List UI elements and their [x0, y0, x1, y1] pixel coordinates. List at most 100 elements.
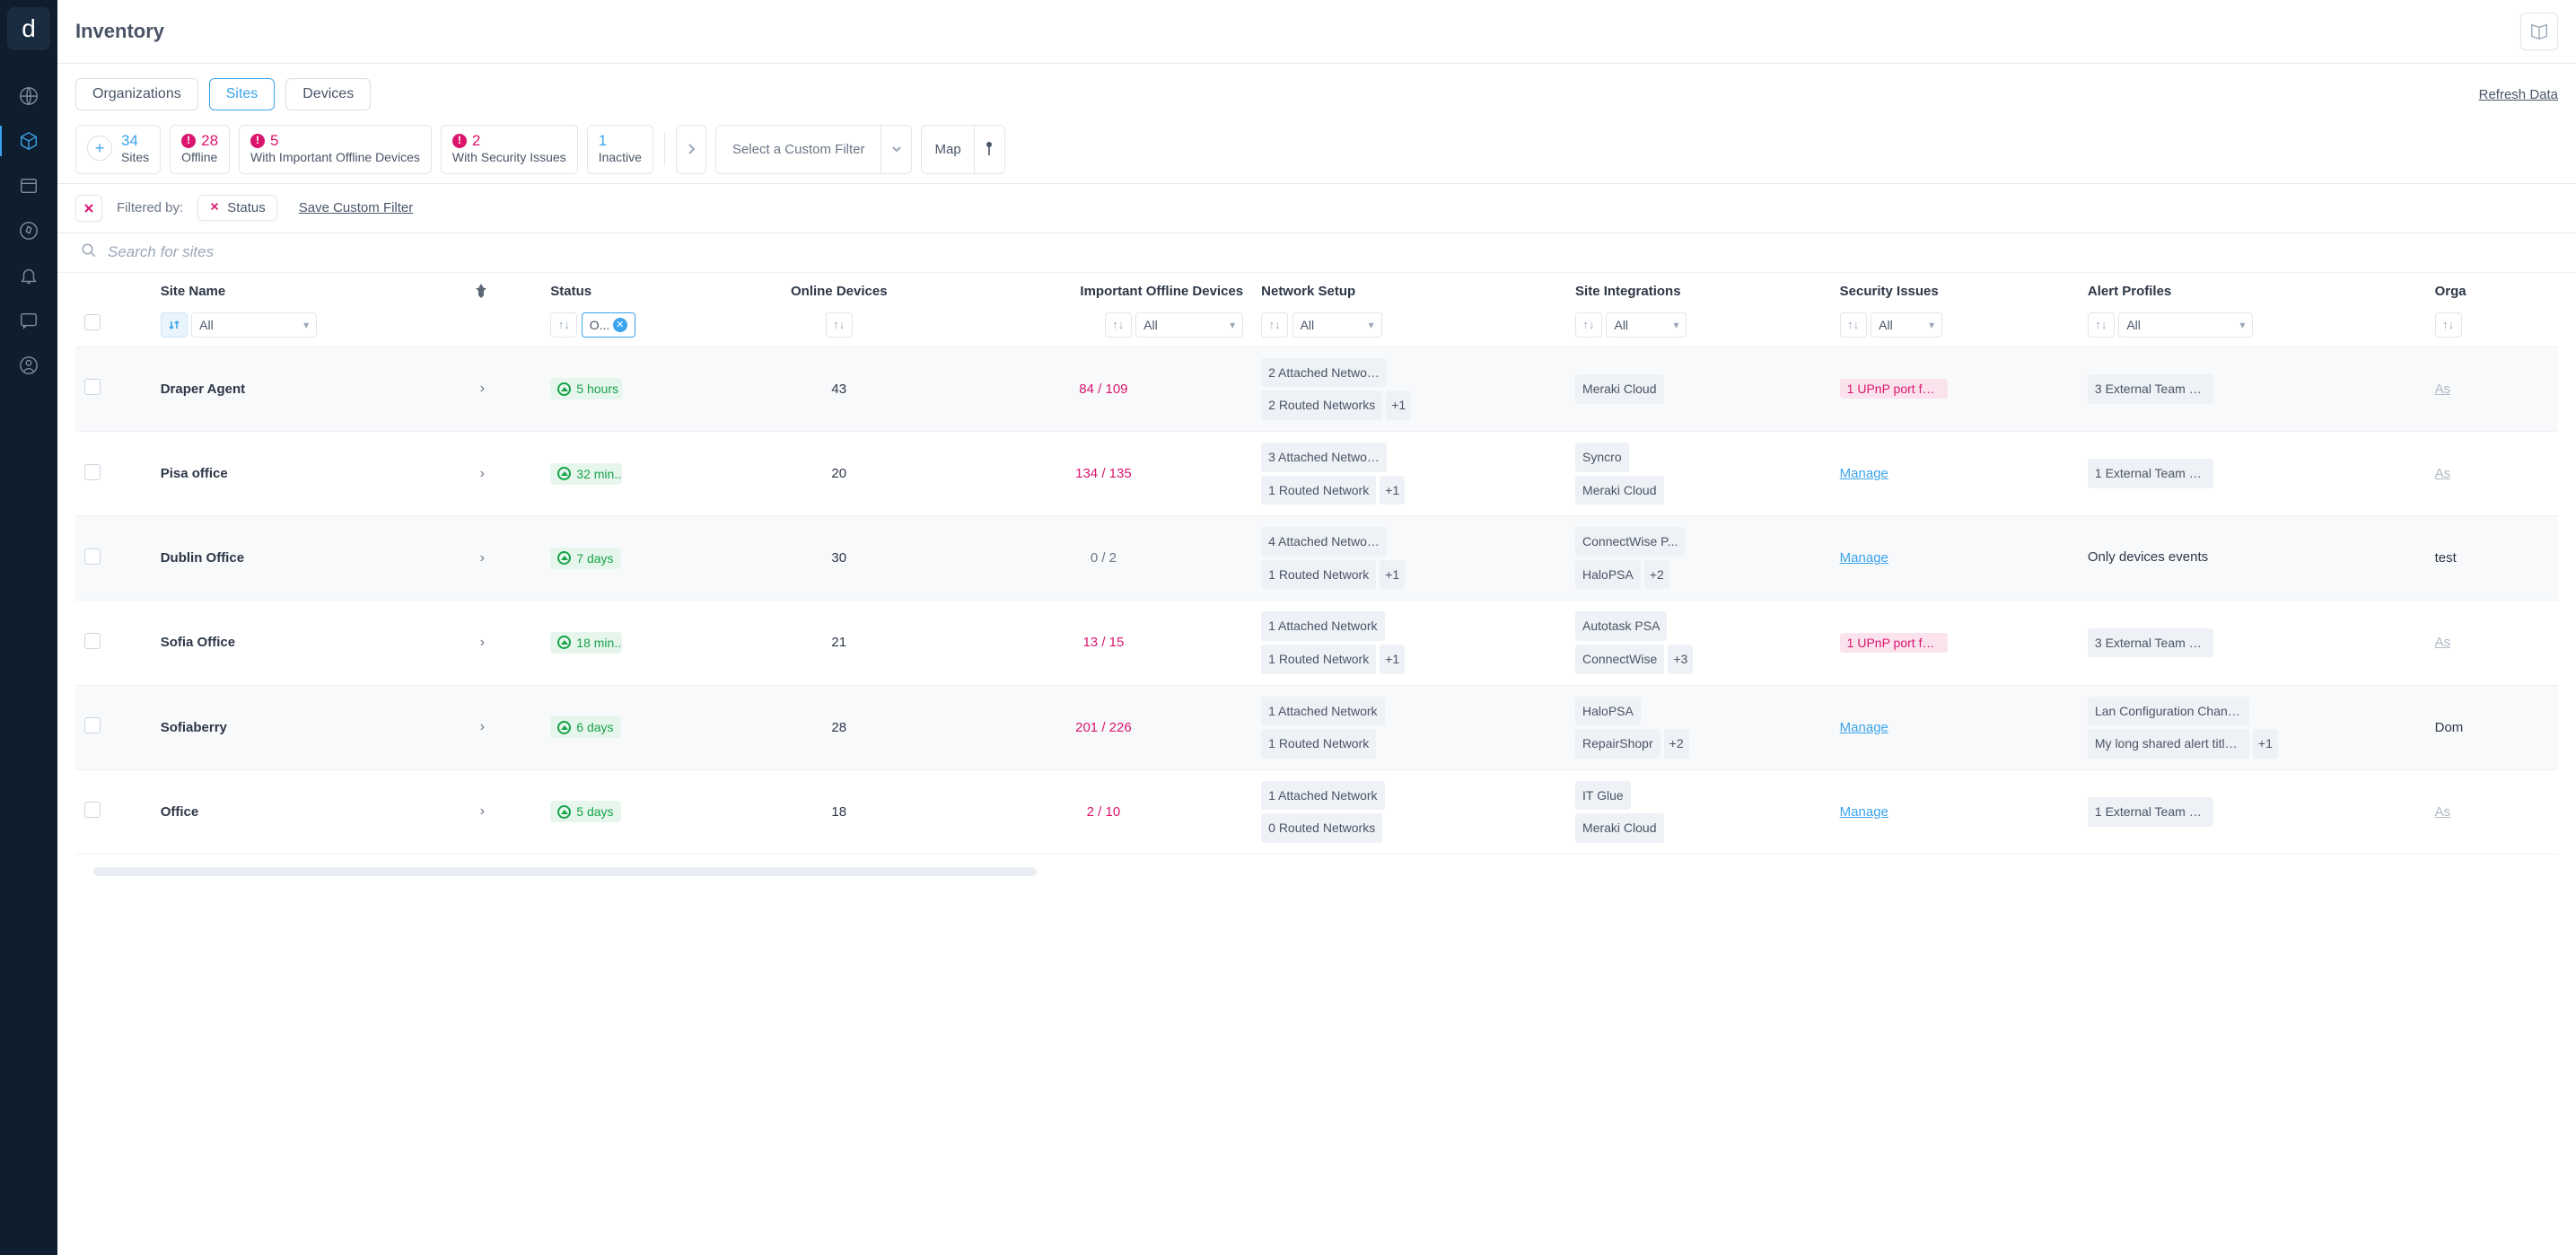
integration-tag[interactable]: Meraki Cloud — [1575, 476, 1663, 505]
tab-sites[interactable]: Sites — [209, 78, 276, 110]
stat-inactive[interactable]: 1 Inactive — [587, 125, 653, 174]
clear-status-filter-icon[interactable]: ✕ — [613, 318, 627, 332]
network-tag[interactable]: 1 Attached Network — [1261, 781, 1384, 811]
site-name[interactable]: Draper Agent — [161, 382, 245, 397]
integration-tag[interactable]: HaloPSA — [1575, 697, 1641, 726]
refresh-data-link[interactable]: Refresh Data — [2479, 87, 2558, 102]
alert-profile-tag[interactable]: My long shared alert title N — [2088, 729, 2249, 759]
org-link[interactable]: As — [2435, 382, 2451, 397]
integration-more-tag[interactable]: +2 — [1664, 729, 1689, 759]
select-all-checkbox[interactable] — [84, 314, 101, 330]
security-manage-link[interactable]: Manage — [1840, 720, 1888, 735]
table-row[interactable]: Draper Agent›5 hours4384 / 1092 Attached… — [75, 347, 2558, 431]
filter-status[interactable]: O...✕ — [582, 312, 635, 338]
expand-row-icon[interactable]: › — [475, 381, 490, 397]
expand-row-icon[interactable]: › — [475, 635, 490, 651]
row-checkbox[interactable] — [84, 379, 101, 395]
row-checkbox[interactable] — [84, 633, 101, 649]
sort-network[interactable]: ↑↓ — [1261, 312, 1288, 338]
search-input[interactable] — [108, 243, 2553, 261]
network-more-tag[interactable]: +1 — [1380, 476, 1405, 505]
filter-integrations[interactable]: All▾ — [1606, 312, 1687, 338]
filter-network[interactable]: All▾ — [1292, 312, 1382, 338]
security-issue-tag[interactable]: 1 UPnP port for... — [1840, 633, 1948, 653]
site-name[interactable]: Sofia Office — [161, 635, 235, 650]
integration-tag[interactable]: Meraki Cloud — [1575, 374, 1663, 404]
table-row[interactable]: Office›5 days182 / 101 Attached Network0… — [75, 769, 2558, 854]
network-tag[interactable]: 1 Routed Network — [1261, 729, 1376, 759]
col-org[interactable]: Orga — [2426, 273, 2558, 309]
sidebar-nav-account[interactable] — [0, 343, 57, 388]
filter-alerts[interactable]: All▾ — [2118, 312, 2253, 338]
org-link[interactable]: As — [2435, 804, 2451, 820]
integration-tag[interactable]: Autotask PSA — [1575, 611, 1667, 641]
security-issue-tag[interactable]: 1 UPnP port for... — [1840, 379, 1948, 399]
sidebar-nav-chat[interactable] — [0, 298, 57, 343]
network-tag[interactable]: 1 Attached Network — [1261, 611, 1384, 641]
col-status[interactable]: Status — [541, 273, 723, 309]
org-link[interactable]: As — [2435, 466, 2451, 481]
stats-next-button[interactable] — [676, 125, 706, 174]
sort-status[interactable]: ↑↓ — [550, 312, 577, 338]
network-tag[interactable]: 2 Attached Networks — [1261, 358, 1387, 388]
network-tag[interactable]: 1 Attached Network — [1261, 697, 1384, 726]
stat-security-issues[interactable]: !2 With Security Issues — [441, 125, 578, 174]
sort-alerts[interactable]: ↑↓ — [2088, 312, 2115, 338]
row-checkbox[interactable] — [84, 717, 101, 733]
network-tag[interactable]: 2 Routed Networks — [1261, 391, 1382, 420]
integration-more-tag[interactable]: +3 — [1668, 645, 1693, 674]
alert-profile-tag[interactable]: 3 External Team Profiles — [2088, 374, 2213, 404]
row-checkbox[interactable] — [84, 802, 101, 818]
docs-button[interactable] — [2520, 13, 2558, 50]
map-button[interactable]: Map — [921, 125, 1004, 174]
stat-offline[interactable]: !28 Offline — [170, 125, 230, 174]
network-tag[interactable]: 4 Attached Networks — [1261, 527, 1387, 557]
site-name[interactable]: Dublin Office — [161, 550, 244, 566]
sidebar-nav-inventory[interactable] — [0, 118, 57, 163]
save-custom-filter-link[interactable]: Save Custom Filter — [299, 200, 414, 215]
network-tag[interactable]: 1 Routed Network — [1261, 645, 1376, 674]
network-tag[interactable]: 3 Attached Networks — [1261, 443, 1387, 472]
network-tag[interactable]: 0 Routed Networks — [1261, 813, 1382, 843]
sort-integrations[interactable]: ↑↓ — [1575, 312, 1602, 338]
alert-profile-tag[interactable]: 1 External Team Profile — [2088, 797, 2213, 827]
sort-online[interactable]: ↑↓ — [826, 312, 853, 338]
sort-iod[interactable]: ↑↓ — [1105, 312, 1132, 338]
col-integrations[interactable]: Site Integrations — [1566, 273, 1831, 309]
network-more-tag[interactable]: +1 — [1380, 645, 1405, 674]
filter-security[interactable]: All▾ — [1871, 312, 1942, 338]
integration-more-tag[interactable]: +2 — [1644, 560, 1669, 590]
expand-row-icon[interactable]: › — [475, 803, 490, 820]
custom-filter-select[interactable]: Select a Custom Filter — [715, 125, 913, 174]
col-alerts[interactable]: Alert Profiles — [2079, 273, 2426, 309]
sort-org[interactable]: ↑↓ — [2435, 312, 2462, 338]
network-tag[interactable]: 1 Routed Network — [1261, 476, 1376, 505]
filter-chip-status[interactable]: Status — [197, 195, 277, 221]
col-iod[interactable]: Important Offline Devices — [955, 273, 1252, 309]
chip-remove-icon[interactable] — [209, 200, 220, 215]
integration-tag[interactable]: ConnectWise P... — [1575, 527, 1685, 557]
integration-tag[interactable]: HaloPSA — [1575, 560, 1641, 590]
stat-important-offline[interactable]: !5 With Important Offline Devices — [239, 125, 432, 174]
integration-tag[interactable]: Syncro — [1575, 443, 1629, 472]
site-name[interactable]: Pisa office — [161, 466, 228, 481]
expand-row-icon[interactable]: › — [475, 466, 490, 482]
table-row[interactable]: Sofia Office›18 min...2113 / 151 Attache… — [75, 601, 2558, 685]
col-network[interactable]: Network Setup — [1252, 273, 1566, 309]
add-site-icon[interactable]: + — [87, 136, 112, 161]
integration-tag[interactable]: RepairShopr — [1575, 729, 1660, 759]
stat-sites[interactable]: + 34 Sites — [75, 125, 161, 174]
tab-organizations[interactable]: Organizations — [75, 78, 198, 110]
site-name[interactable]: Office — [161, 804, 199, 820]
org-link[interactable]: As — [2435, 635, 2451, 650]
table-row[interactable]: Pisa office›32 min...20134 / 1353 Attach… — [75, 431, 2558, 515]
integration-tag[interactable]: Meraki Cloud — [1575, 813, 1663, 843]
network-more-tag[interactable]: +1 — [1386, 391, 1411, 420]
expand-row-icon[interactable]: › — [475, 719, 490, 735]
clear-all-filters-button[interactable] — [75, 195, 102, 222]
app-logo[interactable]: d — [7, 7, 50, 50]
alert-profile-tag[interactable]: Lan Configuration Change O... — [2088, 697, 2249, 726]
table-row[interactable]: Sofiaberry›6 days28201 / 2261 Attached N… — [75, 685, 2558, 769]
network-tag[interactable]: 1 Routed Network — [1261, 560, 1376, 590]
table-row[interactable]: Dublin Office›7 days300 / 24 Attached Ne… — [75, 516, 2558, 601]
